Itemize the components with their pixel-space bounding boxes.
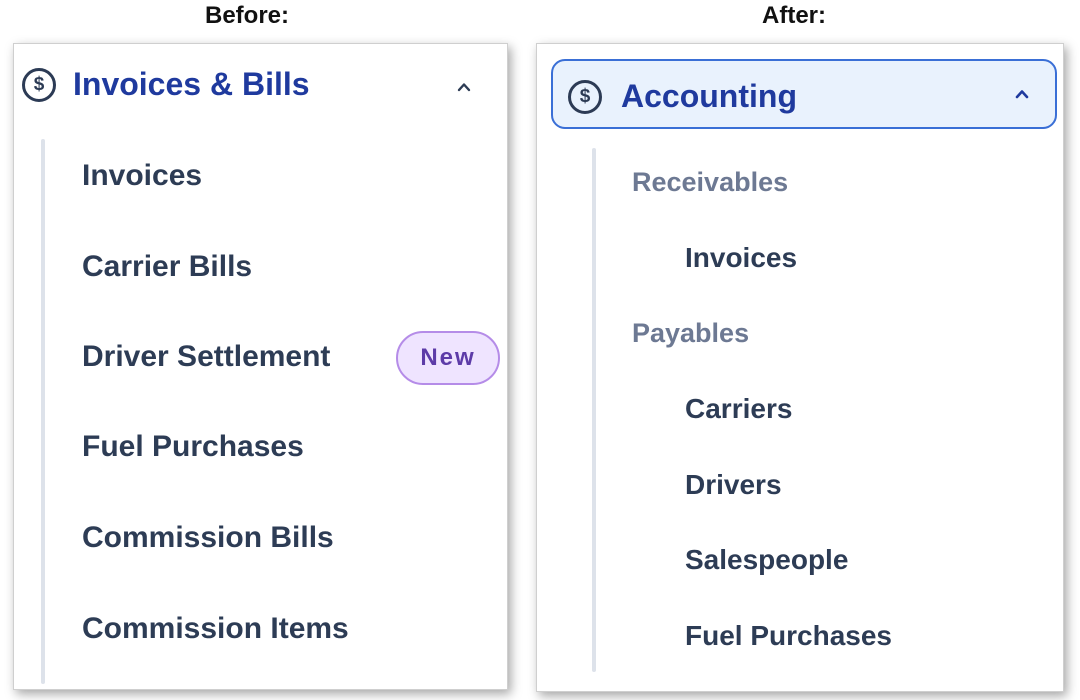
menu-item-fuel-purchases[interactable]: Fuel Purchases [82, 430, 304, 464]
dollar-circle-icon: $ [568, 79, 602, 114]
tree-guide-line [592, 148, 596, 672]
before-sidebar-panel: $ Invoices & Bills Invoices Carrier Bill… [13, 43, 508, 690]
tree-guide-line [41, 139, 45, 684]
invoices-bills-menu-header[interactable]: $ Invoices & Bills [22, 66, 310, 103]
menu-item-drivers[interactable]: Drivers [685, 469, 782, 501]
new-badge: New [396, 331, 500, 385]
section-label-payables: Payables [632, 318, 750, 348]
menu-item-fuel-purchases[interactable]: Fuel Purchases [685, 620, 892, 652]
menu-item-invoices[interactable]: Invoices [82, 159, 202, 193]
menu-item-driver-settlement[interactable]: Driver Settlement [82, 340, 330, 374]
menu-item-commission-bills[interactable]: Commission Bills [82, 521, 334, 555]
accounting-menu-header-content: $ Accounting [568, 78, 797, 115]
menu-item-carrier-bills[interactable]: Carrier Bills [82, 250, 252, 284]
section-label-receivables: Receivables [632, 167, 789, 197]
chevron-up-icon[interactable] [457, 80, 471, 94]
menu-header-title: Invoices & Bills [73, 66, 310, 102]
menu-item-invoices[interactable]: Invoices [685, 242, 797, 274]
menu-header-title: Accounting [621, 78, 797, 114]
dollar-circle-icon: $ [22, 67, 56, 102]
chevron-up-icon[interactable] [1015, 87, 1029, 101]
menu-item-carriers[interactable]: Carriers [685, 393, 792, 425]
after-sidebar-panel: $ Accounting Receivables Invoices Payabl… [536, 43, 1064, 692]
menu-item-commission-items[interactable]: Commission Items [82, 612, 349, 646]
before-heading: Before: [205, 2, 290, 29]
menu-item-salespeople[interactable]: Salespeople [685, 544, 848, 576]
after-heading: After: [762, 2, 826, 29]
